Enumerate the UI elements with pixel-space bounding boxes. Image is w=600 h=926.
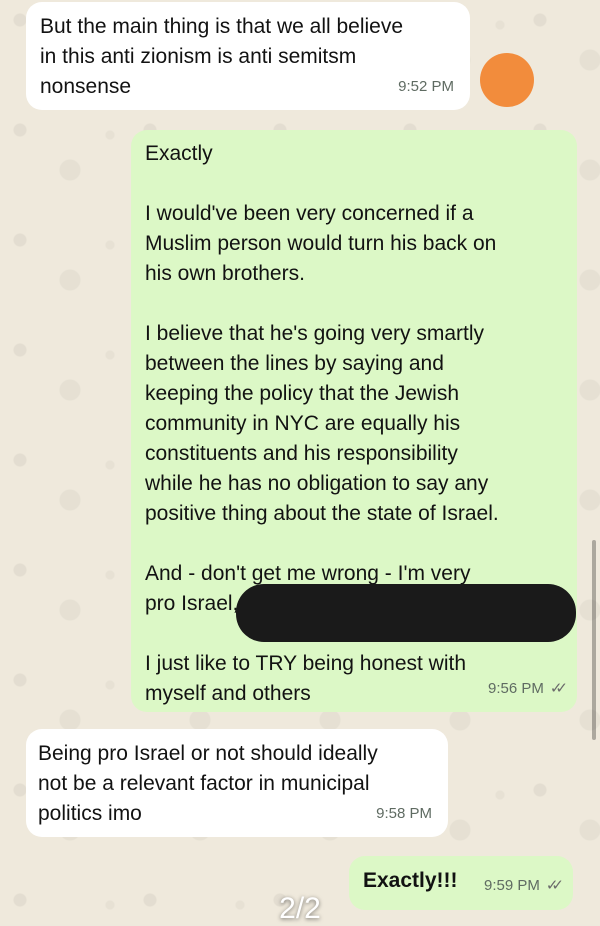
message-text: But the main thing is that we all believ… (40, 15, 404, 98)
message-bubble-incoming[interactable]: Being pro Israel or not should ideally n… (26, 729, 448, 837)
message-bubble-incoming[interactable]: But the main thing is that we all believ… (26, 2, 470, 110)
message-time: 9:56 PM (487, 680, 544, 697)
avatar-dot (480, 53, 534, 107)
message-time: 9:52 PM (398, 78, 454, 95)
message-timestamp: 9:56 PM ✓✓ (487, 674, 568, 704)
message-timestamp: 9:58 PM (376, 799, 432, 829)
read-receipt-icon: ✓✓ (549, 680, 568, 697)
message-time: 9:58 PM (376, 805, 432, 822)
story-page-indicator: 2/2 (279, 892, 321, 925)
redaction-overlay (236, 584, 576, 642)
scrollbar[interactable] (592, 540, 596, 740)
message-timestamp: 9:52 PM (398, 72, 454, 102)
